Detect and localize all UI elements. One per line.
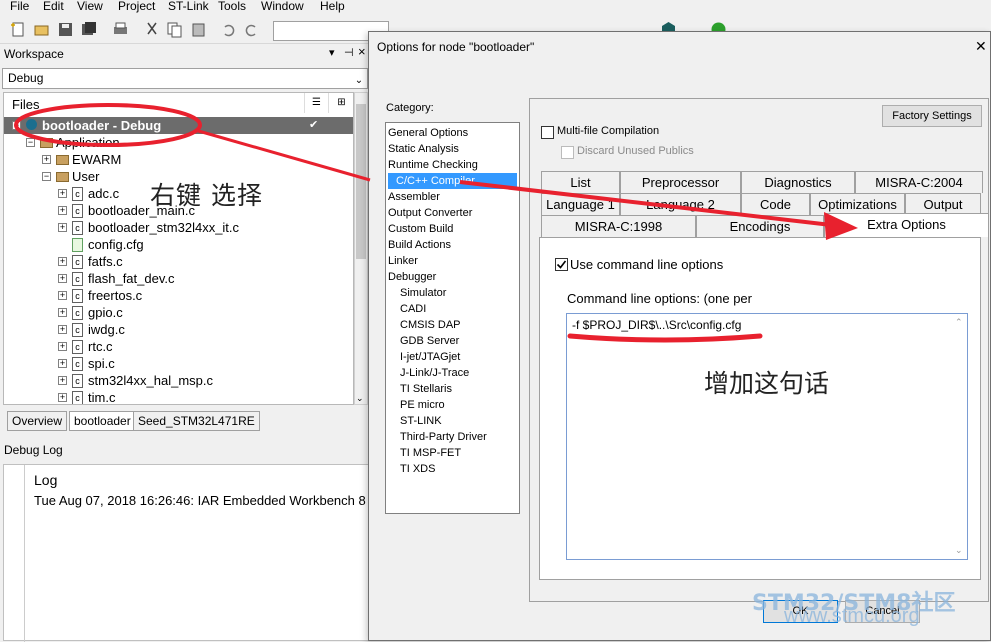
underline-annotation: [567, 333, 763, 343]
arrow-line-1: [194, 128, 371, 182]
ellipse-annotation: [14, 103, 202, 147]
arrow-line-2: [459, 180, 841, 228]
watermark-url: www.stmcu.org: [784, 605, 920, 627]
arrow-head-icon: [824, 212, 858, 240]
annotation-add-line: 增加这句话: [704, 369, 830, 398]
annotation-right-click: 右键 选择: [150, 181, 263, 210]
annotation-overlay: [14, 103, 858, 343]
